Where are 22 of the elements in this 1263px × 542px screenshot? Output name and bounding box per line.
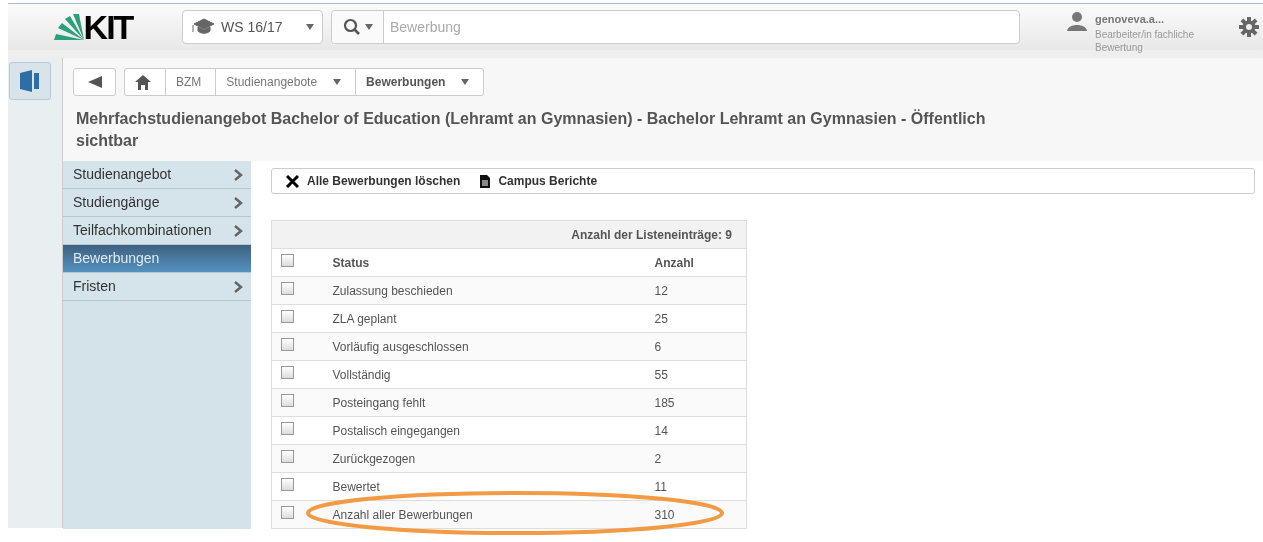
sidebar-item[interactable]: Bewerbungen — [63, 245, 251, 274]
page-title: Mehrfachstudienangebot Bachelor of Education (Lehramt an Gymnasien) - Bachelor Lehramt an Gymnasien - Öffentlich sichtbar — [75, 108, 987, 151]
table-cell: 12 — [653, 276, 747, 305]
logo-text: KIT — [83, 10, 133, 44]
table-cell: Vorläufig ausgeschlossen — [331, 332, 654, 361]
table-cell: Posteingang fehlt — [331, 388, 654, 417]
breadcrumb-item[interactable]: BZM — [166, 69, 217, 95]
semester-dropdown[interactable]: WS 16/17 — [182, 10, 323, 44]
breadcrumb-item[interactable]: Bewerbungen — [356, 69, 484, 95]
table-cell: 6 — [653, 332, 747, 361]
search-field[interactable]: Bewerbung — [331, 10, 1020, 44]
table-cell: Zurückgezogen — [331, 444, 654, 473]
list-count: Anzahl der Listeneinträge: 9 — [271, 220, 747, 249]
user-role: Bearbeiter/in fachliche Bewertung — [1095, 27, 1195, 55]
breadcrumb-item[interactable]: Studienangebote — [216, 69, 357, 95]
search-input[interactable]: Bewerbung — [384, 15, 1019, 39]
table-cell: 185 — [653, 388, 747, 417]
toolbar-button[interactable]: Alle Bewerbungen löschen — [276, 172, 471, 191]
table-cell: Zulassung beschieden — [331, 276, 654, 305]
table-cell: 2 — [653, 444, 747, 473]
toolbar-button[interactable]: Campus Berichte — [470, 172, 608, 191]
user-name[interactable]: genoveva.a... — [1095, 11, 1215, 28]
